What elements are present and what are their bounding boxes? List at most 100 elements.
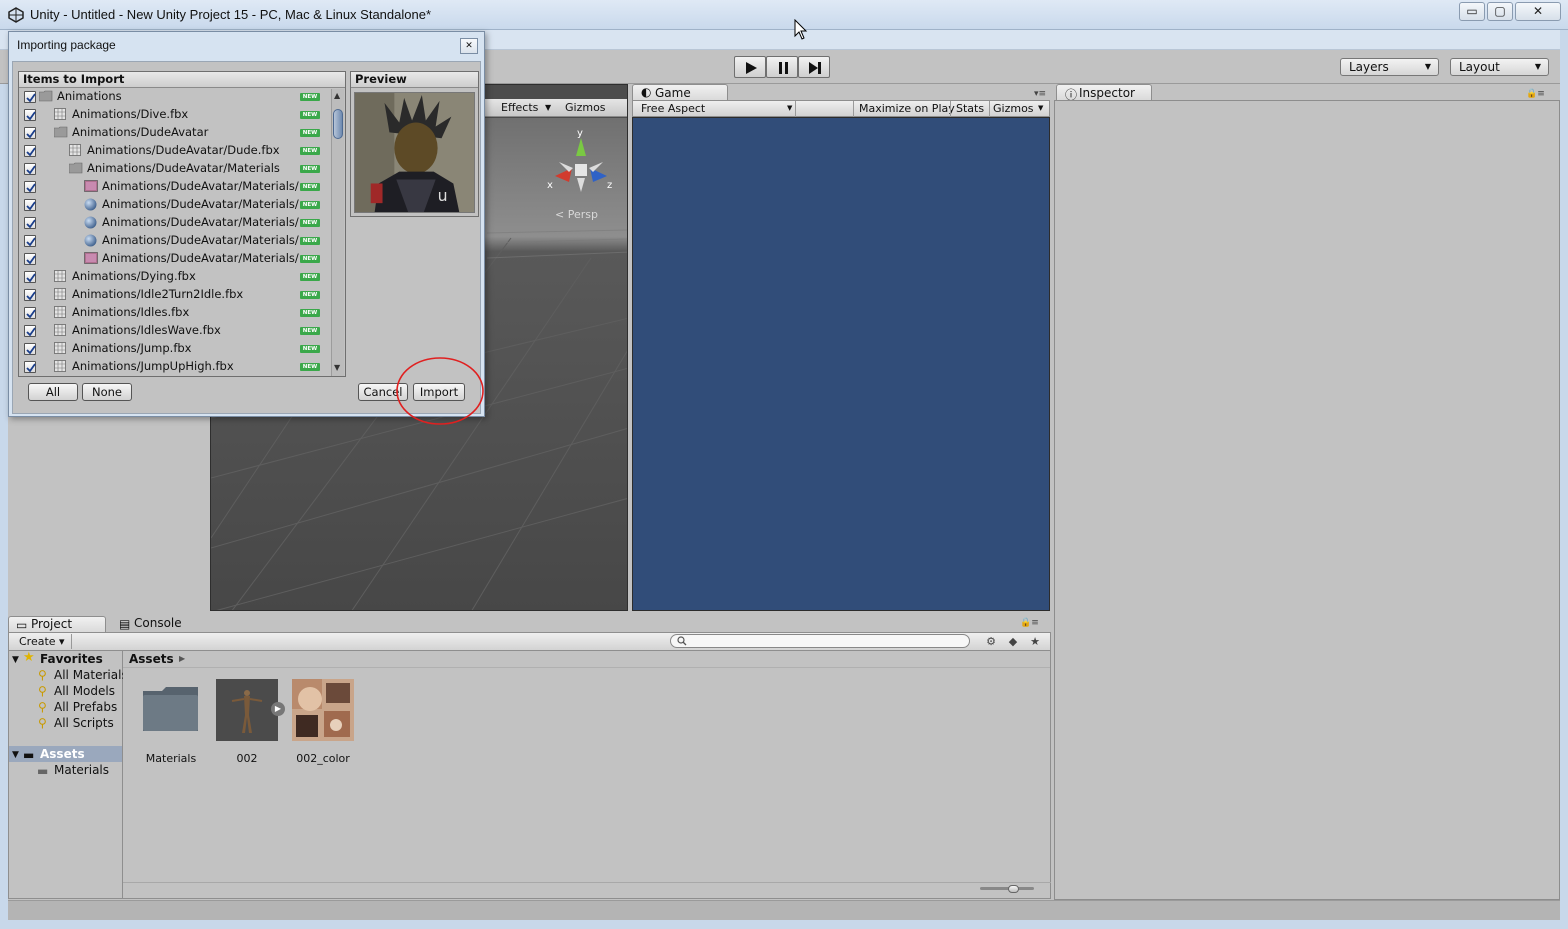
effects-dropdown[interactable]: Effects bbox=[501, 101, 538, 114]
select-all-button[interactable]: All bbox=[28, 383, 78, 401]
asset-tile[interactable]: Materials bbox=[140, 679, 202, 765]
item-checkbox[interactable] bbox=[24, 91, 36, 103]
mesh-icon bbox=[54, 306, 66, 321]
item-checkbox[interactable] bbox=[24, 163, 36, 175]
item-checkbox[interactable] bbox=[24, 271, 36, 283]
star-icon: ★ bbox=[23, 650, 35, 665]
item-checkbox[interactable] bbox=[24, 181, 36, 193]
tab-project[interactable]: ▭ Project bbox=[8, 616, 106, 632]
layout-dropdown[interactable]: Layout ▼ bbox=[1450, 58, 1549, 76]
game-gizmos-dropdown[interactable]: Gizmos bbox=[993, 102, 1034, 115]
sidebar-item-all-prefabs[interactable]: ⚲ All Prefabs bbox=[9, 699, 122, 715]
dialog-close-button[interactable]: ✕ bbox=[460, 38, 478, 54]
mesh-icon bbox=[54, 288, 66, 303]
sidebar-item-assets[interactable]: ▼ ▬ Assets bbox=[9, 746, 122, 762]
texture-icon bbox=[292, 679, 354, 741]
item-checkbox[interactable] bbox=[24, 307, 36, 319]
items-list[interactable]: Animations NEW Animations/Dive.fbx NEW Anima… bbox=[19, 89, 331, 376]
lock-icon[interactable]: 🔒≡ bbox=[1020, 618, 1039, 628]
items-scrollbar[interactable]: ▲ ▼ bbox=[331, 89, 344, 376]
filter-by-type-icon[interactable]: ⚙ bbox=[982, 634, 1000, 649]
maximize-button[interactable]: ▢ bbox=[1487, 2, 1513, 21]
import-item-row[interactable]: Animations/Jump.fbx NEW bbox=[19, 340, 331, 358]
item-checkbox[interactable] bbox=[24, 361, 36, 373]
select-none-button[interactable]: None bbox=[82, 383, 132, 401]
import-item-row[interactable]: Animations/Dying.fbx NEW bbox=[19, 268, 331, 286]
minimize-button[interactable]: ▭ bbox=[1459, 2, 1485, 21]
sidebar-item-all-scripts[interactable]: ⚲ All Scripts bbox=[9, 715, 122, 731]
import-item-row[interactable]: Animations/JumpUpHigh.fbx NEW bbox=[19, 358, 331, 376]
close-button[interactable]: ✕ bbox=[1515, 2, 1561, 21]
item-checkbox[interactable] bbox=[24, 325, 36, 337]
chevron-down-icon: ▼ bbox=[1534, 62, 1541, 71]
import-item-row[interactable]: Animations/DudeAvatar/Materials/NEW bbox=[19, 196, 331, 214]
import-item-row[interactable]: Animations/Idles.fbx NEW bbox=[19, 304, 331, 322]
scrollbar-thumb[interactable] bbox=[333, 109, 343, 139]
create-dropdown[interactable]: Create ▾ bbox=[13, 634, 72, 649]
orientation-gizmo-icon: y x z bbox=[547, 128, 612, 192]
folder-icon bbox=[38, 90, 53, 105]
sidebar-item-all-materials[interactable]: ⚲ All Materials bbox=[9, 667, 128, 683]
search-input[interactable] bbox=[670, 634, 970, 648]
layers-dropdown[interactable]: Layers ▼ bbox=[1340, 58, 1439, 76]
import-item-row[interactable]: Animations/DudeAvatar/Materials NEW bbox=[19, 160, 331, 178]
window-title: Unity - Untitled - New Unity Project 15 … bbox=[30, 7, 432, 22]
checkmark-icon bbox=[26, 255, 36, 265]
item-checkbox[interactable] bbox=[24, 109, 36, 121]
import-item-row[interactable]: Animations/DudeAvatar/Dude.fbx NEW bbox=[19, 142, 331, 160]
item-checkbox[interactable] bbox=[24, 127, 36, 139]
step-button[interactable] bbox=[798, 56, 830, 78]
import-item-row[interactable]: Animations/DudeAvatar NEW bbox=[19, 124, 331, 142]
item-checkbox[interactable] bbox=[24, 343, 36, 355]
maximize-on-play-toggle[interactable]: Maximize on Play bbox=[859, 102, 955, 115]
scroll-up-icon[interactable]: ▲ bbox=[334, 91, 340, 100]
favorites-header[interactable]: ▼ ★ Favorites bbox=[9, 650, 122, 667]
asset-tile[interactable]: 002 bbox=[216, 679, 278, 765]
import-item-row[interactable]: Animations/DudeAvatar/Materials/NEW bbox=[19, 178, 331, 196]
asset-tile[interactable]: 002_color bbox=[292, 679, 354, 765]
expand-arrow-icon[interactable]: ▶ bbox=[271, 702, 285, 716]
item-checkbox[interactable] bbox=[24, 253, 36, 265]
item-label: Animations/DudeAvatar/Materials/ bbox=[102, 215, 299, 229]
import-item-row[interactable]: Animations/DudeAvatar/Materials/NEW bbox=[19, 250, 331, 268]
folder-icon: ▬ bbox=[23, 748, 35, 762]
import-item-row[interactable]: Animations NEW bbox=[19, 89, 331, 106]
import-item-row[interactable]: Animations/IdlesWave.fbx NEW bbox=[19, 322, 331, 340]
item-checkbox[interactable] bbox=[24, 289, 36, 301]
new-badge: NEW bbox=[300, 129, 320, 137]
item-label: Animations/DudeAvatar/Dude.fbx bbox=[87, 143, 280, 157]
layers-label: Layers bbox=[1349, 60, 1389, 74]
panel-menu-icon[interactable]: ▾≡ bbox=[1034, 89, 1046, 99]
scene-gizmos-dropdown[interactable]: Gizmos bbox=[565, 101, 606, 114]
play-button[interactable] bbox=[734, 56, 766, 78]
tab-game[interactable]: ◐ Game bbox=[632, 84, 728, 100]
import-item-row[interactable]: Animations/DudeAvatar/Materials/NEW bbox=[19, 214, 331, 232]
perspective-label[interactable]: < Persp bbox=[555, 208, 598, 221]
item-checkbox[interactable] bbox=[24, 199, 36, 211]
lock-icon[interactable]: 🔒≡ bbox=[1526, 89, 1545, 99]
tab-inspector[interactable]: ⓘ Inspector bbox=[1056, 84, 1152, 102]
filter-by-label-icon[interactable]: ◆ bbox=[1004, 634, 1022, 649]
aspect-dropdown[interactable]: Free Aspect bbox=[641, 102, 705, 115]
game-viewport[interactable] bbox=[632, 117, 1050, 611]
project-footer bbox=[123, 882, 1051, 899]
pause-button[interactable] bbox=[766, 56, 798, 78]
checkmark-icon bbox=[26, 201, 36, 211]
sidebar-item-all-models[interactable]: ⚲ All Models bbox=[9, 683, 122, 699]
tab-console[interactable]: ▤ Console bbox=[112, 616, 202, 632]
item-checkbox[interactable] bbox=[24, 145, 36, 157]
mesh-icon bbox=[54, 108, 66, 123]
favorite-star-icon[interactable]: ★ bbox=[1026, 634, 1044, 649]
new-badge: NEW bbox=[300, 273, 320, 281]
new-badge: NEW bbox=[300, 147, 320, 155]
game-toolbar: Free Aspect ▼ Maximize on Play Stats Giz… bbox=[632, 100, 1050, 117]
scroll-down-icon[interactable]: ▼ bbox=[334, 363, 340, 372]
sidebar-item-materials[interactable]: ▬ Materials bbox=[9, 762, 122, 778]
stats-toggle[interactable]: Stats bbox=[956, 102, 984, 115]
import-item-row[interactable]: Animations/Dive.fbx NEW bbox=[19, 106, 331, 124]
item-checkbox[interactable] bbox=[24, 217, 36, 229]
import-item-row[interactable]: Animations/DudeAvatar/Materials/NEW bbox=[19, 232, 331, 250]
import-item-row[interactable]: Animations/Idle2Turn2Idle.fbx NEW bbox=[19, 286, 331, 304]
breadcrumb-assets[interactable]: Assets bbox=[129, 652, 174, 666]
item-checkbox[interactable] bbox=[24, 235, 36, 247]
